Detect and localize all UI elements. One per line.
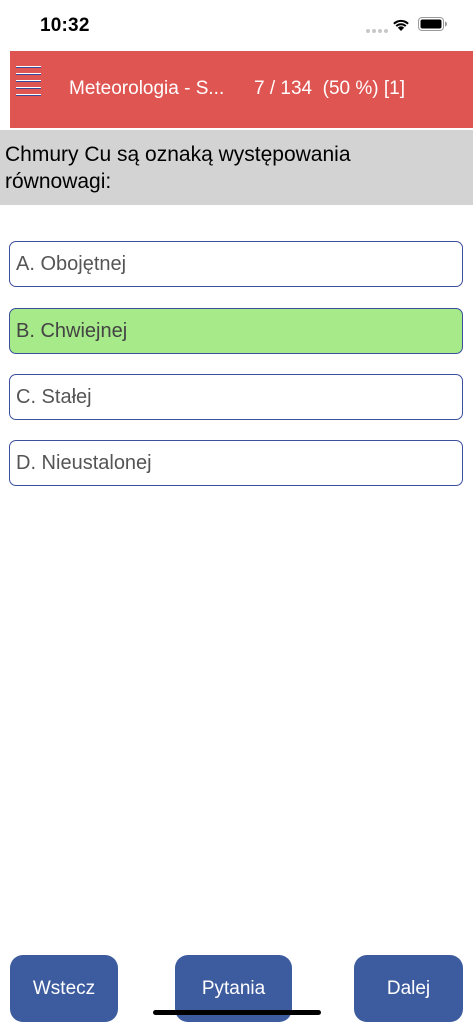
app-header: Meteorologia - S... 7 / 134 (50 %) [1]: [10, 51, 473, 128]
answer-option-a[interactable]: A. Obojętnej: [9, 241, 463, 287]
home-indicator: [153, 1010, 321, 1015]
back-button[interactable]: Wstecz: [10, 955, 118, 1022]
header-title: Meteorologia - S...: [69, 78, 225, 99]
question-panel: Chmury Cu są oznaką występowania równowa…: [0, 130, 473, 205]
cellular-signal-icon: [366, 29, 388, 33]
answer-option-d[interactable]: D. Nieustalonej: [9, 440, 463, 486]
next-button[interactable]: Dalej: [354, 955, 463, 1022]
answer-option-b[interactable]: B. Chwiejnej: [9, 308, 463, 354]
status-time: 10:32: [40, 15, 90, 36]
answer-label: B. Chwiejnej: [16, 320, 128, 342]
answer-label: C. Stałej: [16, 386, 92, 408]
question-progress: 7 / 134 (50 %) [1]: [254, 78, 406, 99]
answer-label: A. Obojętnej: [16, 253, 127, 275]
wifi-icon: [393, 19, 409, 31]
hamburger-menu-icon[interactable]: [16, 66, 41, 98]
question-text: Chmury Cu są oznaką występowania równowa…: [5, 143, 351, 193]
battery-icon: [418, 17, 447, 31]
answer-label: D. Nieustalonej: [16, 452, 152, 474]
status-bar: 10:32: [0, 0, 473, 50]
answer-option-c[interactable]: C. Stałej: [9, 374, 463, 420]
